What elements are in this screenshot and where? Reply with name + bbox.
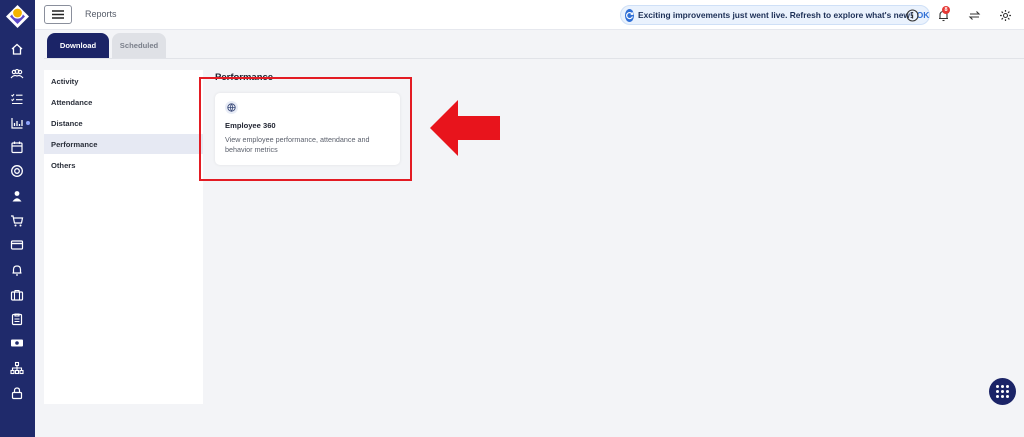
briefcase-icon[interactable] [6,286,28,304]
category-attendance[interactable]: Attendance [44,92,203,112]
notice-text: Exciting improvements just went live. Re… [638,10,913,20]
team-icon[interactable] [6,65,28,83]
report-category-nav: Activity Attendance Distance Performance… [44,70,203,404]
apps-grid-button[interactable] [989,378,1016,405]
tab-scheduled[interactable]: Scheduled [112,33,166,58]
breadcrumb: Reports [85,9,117,19]
menu-toggle-button[interactable] [44,5,72,24]
home-icon[interactable] [6,40,28,58]
update-notice: Exciting improvements just went live. Re… [620,5,930,25]
refresh-icon [625,8,634,22]
category-distance[interactable]: Distance [44,113,203,133]
category-performance[interactable]: Performance [44,134,203,154]
pointer-arrow-icon [430,100,500,156]
info-icon[interactable] [904,7,920,23]
sync-icon[interactable] [966,7,982,23]
app-logo-icon[interactable] [4,3,31,30]
calendar-icon[interactable] [6,138,28,156]
cart-icon[interactable] [6,212,28,230]
lock-icon[interactable] [6,384,28,402]
highlight-box [199,77,412,181]
grid-icon [996,385,1009,398]
org-chart-icon[interactable] [6,359,28,377]
category-activity[interactable]: Activity [44,71,203,91]
tab-download[interactable]: Download [47,33,109,58]
category-others[interactable]: Others [44,155,203,175]
person-icon[interactable] [6,187,28,205]
clipboard-icon[interactable] [6,310,28,328]
card-icon[interactable] [6,236,28,254]
notification-badge: 8 [942,6,950,14]
tab-divider [44,58,1024,59]
target-icon[interactable] [6,162,28,180]
settings-gear-icon[interactable] [997,7,1013,23]
active-indicator [26,121,30,125]
bell-icon[interactable] [6,261,28,279]
checklist-icon[interactable] [6,90,28,108]
top-bar: Reports Exciting improvements just went … [35,0,1024,30]
money-icon[interactable] [6,334,28,352]
sidebar-rail [0,0,35,437]
hamburger-icon [52,10,64,19]
chart-icon[interactable] [6,114,28,132]
